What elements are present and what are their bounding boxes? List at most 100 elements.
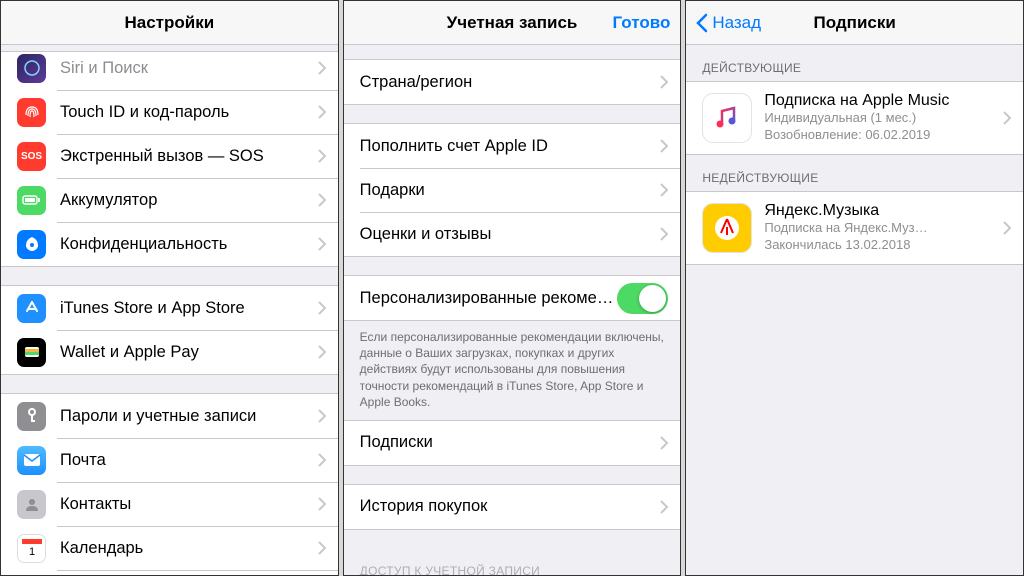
row-ratings[interactable]: Оценки и отзывы bbox=[344, 212, 681, 256]
settings-group-1: Siri и Поиск Touch ID и код-пароль SOS Э… bbox=[1, 51, 338, 267]
passwords-icon bbox=[17, 402, 46, 431]
row-topup[interactable]: Пополнить счет Apple ID bbox=[344, 124, 681, 168]
row-privacy[interactable]: Конфиденциальность bbox=[1, 222, 338, 266]
row-subscriptions[interactable]: Подписки bbox=[344, 421, 681, 465]
chevron-right-icon bbox=[660, 500, 668, 514]
account-access-header: ДОСТУП К УЧЕТНОЙ ЗАПИСИ bbox=[344, 548, 681, 575]
page-title: Настройки bbox=[124, 13, 214, 33]
row-label: Персонализированные рекоменд… bbox=[360, 289, 618, 308]
row-yandex-music-sub[interactable]: Яндекс.Музыка Подписка на Яндекс.Муз… За… bbox=[686, 192, 1023, 264]
row-battery[interactable]: Аккумулятор bbox=[1, 178, 338, 222]
row-label: iTunes Store и App Store bbox=[60, 299, 310, 318]
row-mail[interactable]: Почта bbox=[1, 438, 338, 482]
settings-list[interactable]: Siri и Поиск Touch ID и код-пароль SOS Э… bbox=[1, 45, 338, 575]
row-label: Почта bbox=[60, 451, 310, 470]
row-label: Аккумулятор bbox=[60, 191, 310, 210]
inactive-header: НЕДЕЙСТВУЮЩИЕ bbox=[686, 155, 1023, 191]
row-label: Подписки bbox=[360, 433, 653, 452]
row-label: История покупок bbox=[360, 497, 653, 516]
touchid-icon bbox=[17, 98, 46, 127]
row-label: Оценки и отзывы bbox=[360, 225, 653, 244]
privacy-icon bbox=[17, 230, 46, 259]
inactive-group: Яндекс.Музыка Подписка на Яндекс.Муз… За… bbox=[686, 191, 1023, 265]
battery-icon bbox=[17, 186, 46, 215]
sub-title: Яндекс.Музыка bbox=[764, 202, 995, 220]
row-passwords[interactable]: Пароли и учетные записи bbox=[1, 394, 338, 438]
chevron-right-icon bbox=[318, 453, 326, 467]
sub-details: Подписка на Apple Music Индивидуальная (… bbox=[764, 92, 995, 144]
wallet-icon bbox=[17, 338, 46, 367]
row-purchase-history[interactable]: История покупок bbox=[344, 485, 681, 529]
account-list[interactable]: Страна/регион Пополнить счет Apple ID По… bbox=[344, 45, 681, 575]
account-pane: Учетная запись Готово Страна/регион Попо… bbox=[343, 0, 682, 576]
settings-pane: Настройки Siri и Поиск Touch ID и код-па… bbox=[0, 0, 339, 576]
chevron-right-icon bbox=[318, 497, 326, 511]
chevron-right-icon bbox=[660, 183, 668, 197]
row-label: Touch ID и код-пароль bbox=[60, 103, 310, 122]
chevron-right-icon bbox=[318, 149, 326, 163]
row-appstore[interactable]: iTunes Store и App Store bbox=[1, 286, 338, 330]
chevron-right-icon bbox=[318, 301, 326, 315]
contacts-icon bbox=[17, 490, 46, 519]
row-apple-music-sub[interactable]: Подписка на Apple Music Индивидуальная (… bbox=[686, 82, 1023, 154]
row-label: Siri и Поиск bbox=[60, 59, 310, 78]
settings-group-3: Пароли и учетные записи Почта Контакты bbox=[1, 393, 338, 575]
sos-icon: SOS bbox=[17, 142, 46, 171]
sub-plan: Индивидуальная (1 мес.) bbox=[764, 110, 995, 127]
chevron-right-icon bbox=[318, 345, 326, 359]
active-header: ДЕЙСТВУЮЩИЕ bbox=[686, 45, 1023, 81]
row-label: Пополнить счет Apple ID bbox=[360, 137, 653, 156]
chevron-right-icon bbox=[660, 139, 668, 153]
row-label: Wallet и Apple Pay bbox=[60, 343, 310, 362]
chevron-right-icon bbox=[318, 105, 326, 119]
chevron-right-icon bbox=[660, 227, 668, 241]
account-group-personalized: Персонализированные рекоменд… bbox=[344, 275, 681, 321]
row-siri[interactable]: Siri и Поиск bbox=[1, 52, 338, 90]
row-calendar[interactable]: 1 Календарь bbox=[1, 526, 338, 570]
personalized-recs-toggle[interactable] bbox=[617, 283, 668, 314]
chevron-right-icon bbox=[318, 193, 326, 207]
row-country-region[interactable]: Страна/регион bbox=[344, 60, 681, 104]
chevron-right-icon bbox=[318, 541, 326, 555]
active-group: Подписка на Apple Music Индивидуальная (… bbox=[686, 81, 1023, 155]
subscriptions-pane: Назад Подписки ДЕЙСТВУЮЩИЕ Подписка на A… bbox=[685, 0, 1024, 576]
row-sos[interactable]: SOS Экстренный вызов — SOS bbox=[1, 134, 338, 178]
navbar-subscriptions: Назад Подписки bbox=[686, 1, 1023, 45]
row-gifts[interactable]: Подарки bbox=[344, 168, 681, 212]
row-notes[interactable]: Заметки bbox=[1, 570, 338, 575]
svg-text:1: 1 bbox=[28, 546, 34, 558]
chevron-right-icon bbox=[660, 75, 668, 89]
row-label: Конфиденциальность bbox=[60, 235, 310, 254]
chevron-right-icon bbox=[318, 237, 326, 251]
settings-group-2: iTunes Store и App Store Wallet и Apple … bbox=[1, 285, 338, 375]
row-personalized-recs[interactable]: Персонализированные рекоменд… bbox=[344, 276, 681, 320]
row-contacts[interactable]: Контакты bbox=[1, 482, 338, 526]
personalized-footer: Если персонализированные рекомендации вк… bbox=[344, 321, 681, 420]
chevron-right-icon bbox=[318, 61, 326, 75]
chevron-right-icon bbox=[1003, 111, 1011, 125]
sub-plan: Подписка на Яндекс.Муз… bbox=[764, 220, 995, 237]
row-label: Пароли и учетные записи bbox=[60, 407, 310, 426]
back-button[interactable]: Назад bbox=[686, 1, 771, 45]
calendar-icon: 1 bbox=[17, 534, 46, 563]
subscriptions-list[interactable]: ДЕЙСТВУЮЩИЕ Подписка на Apple Music Инди… bbox=[686, 45, 1023, 575]
row-wallet[interactable]: Wallet и Apple Pay bbox=[1, 330, 338, 374]
row-label: Подарки bbox=[360, 181, 653, 200]
account-group-funding: Пополнить счет Apple ID Подарки Оценки и… bbox=[344, 123, 681, 257]
chevron-right-icon bbox=[318, 409, 326, 423]
sub-details: Яндекс.Музыка Подписка на Яндекс.Муз… За… bbox=[764, 202, 995, 254]
row-label: Календарь bbox=[60, 539, 310, 558]
apple-music-icon bbox=[702, 93, 752, 143]
sub-title: Подписка на Apple Music bbox=[764, 92, 995, 110]
mail-icon bbox=[17, 446, 46, 475]
page-title: Подписки bbox=[814, 13, 896, 33]
appstore-icon bbox=[17, 294, 46, 323]
siri-icon bbox=[17, 54, 46, 83]
account-group-region: Страна/регион bbox=[344, 59, 681, 105]
navbar-account: Учетная запись Готово bbox=[344, 1, 681, 45]
sub-renewal: Возобновление: 06.02.2019 bbox=[764, 127, 995, 144]
done-button[interactable]: Готово bbox=[602, 1, 680, 45]
row-touchid[interactable]: Touch ID и код-пароль bbox=[1, 90, 338, 134]
navbar-settings: Настройки bbox=[1, 1, 338, 45]
row-label: Контакты bbox=[60, 495, 310, 514]
